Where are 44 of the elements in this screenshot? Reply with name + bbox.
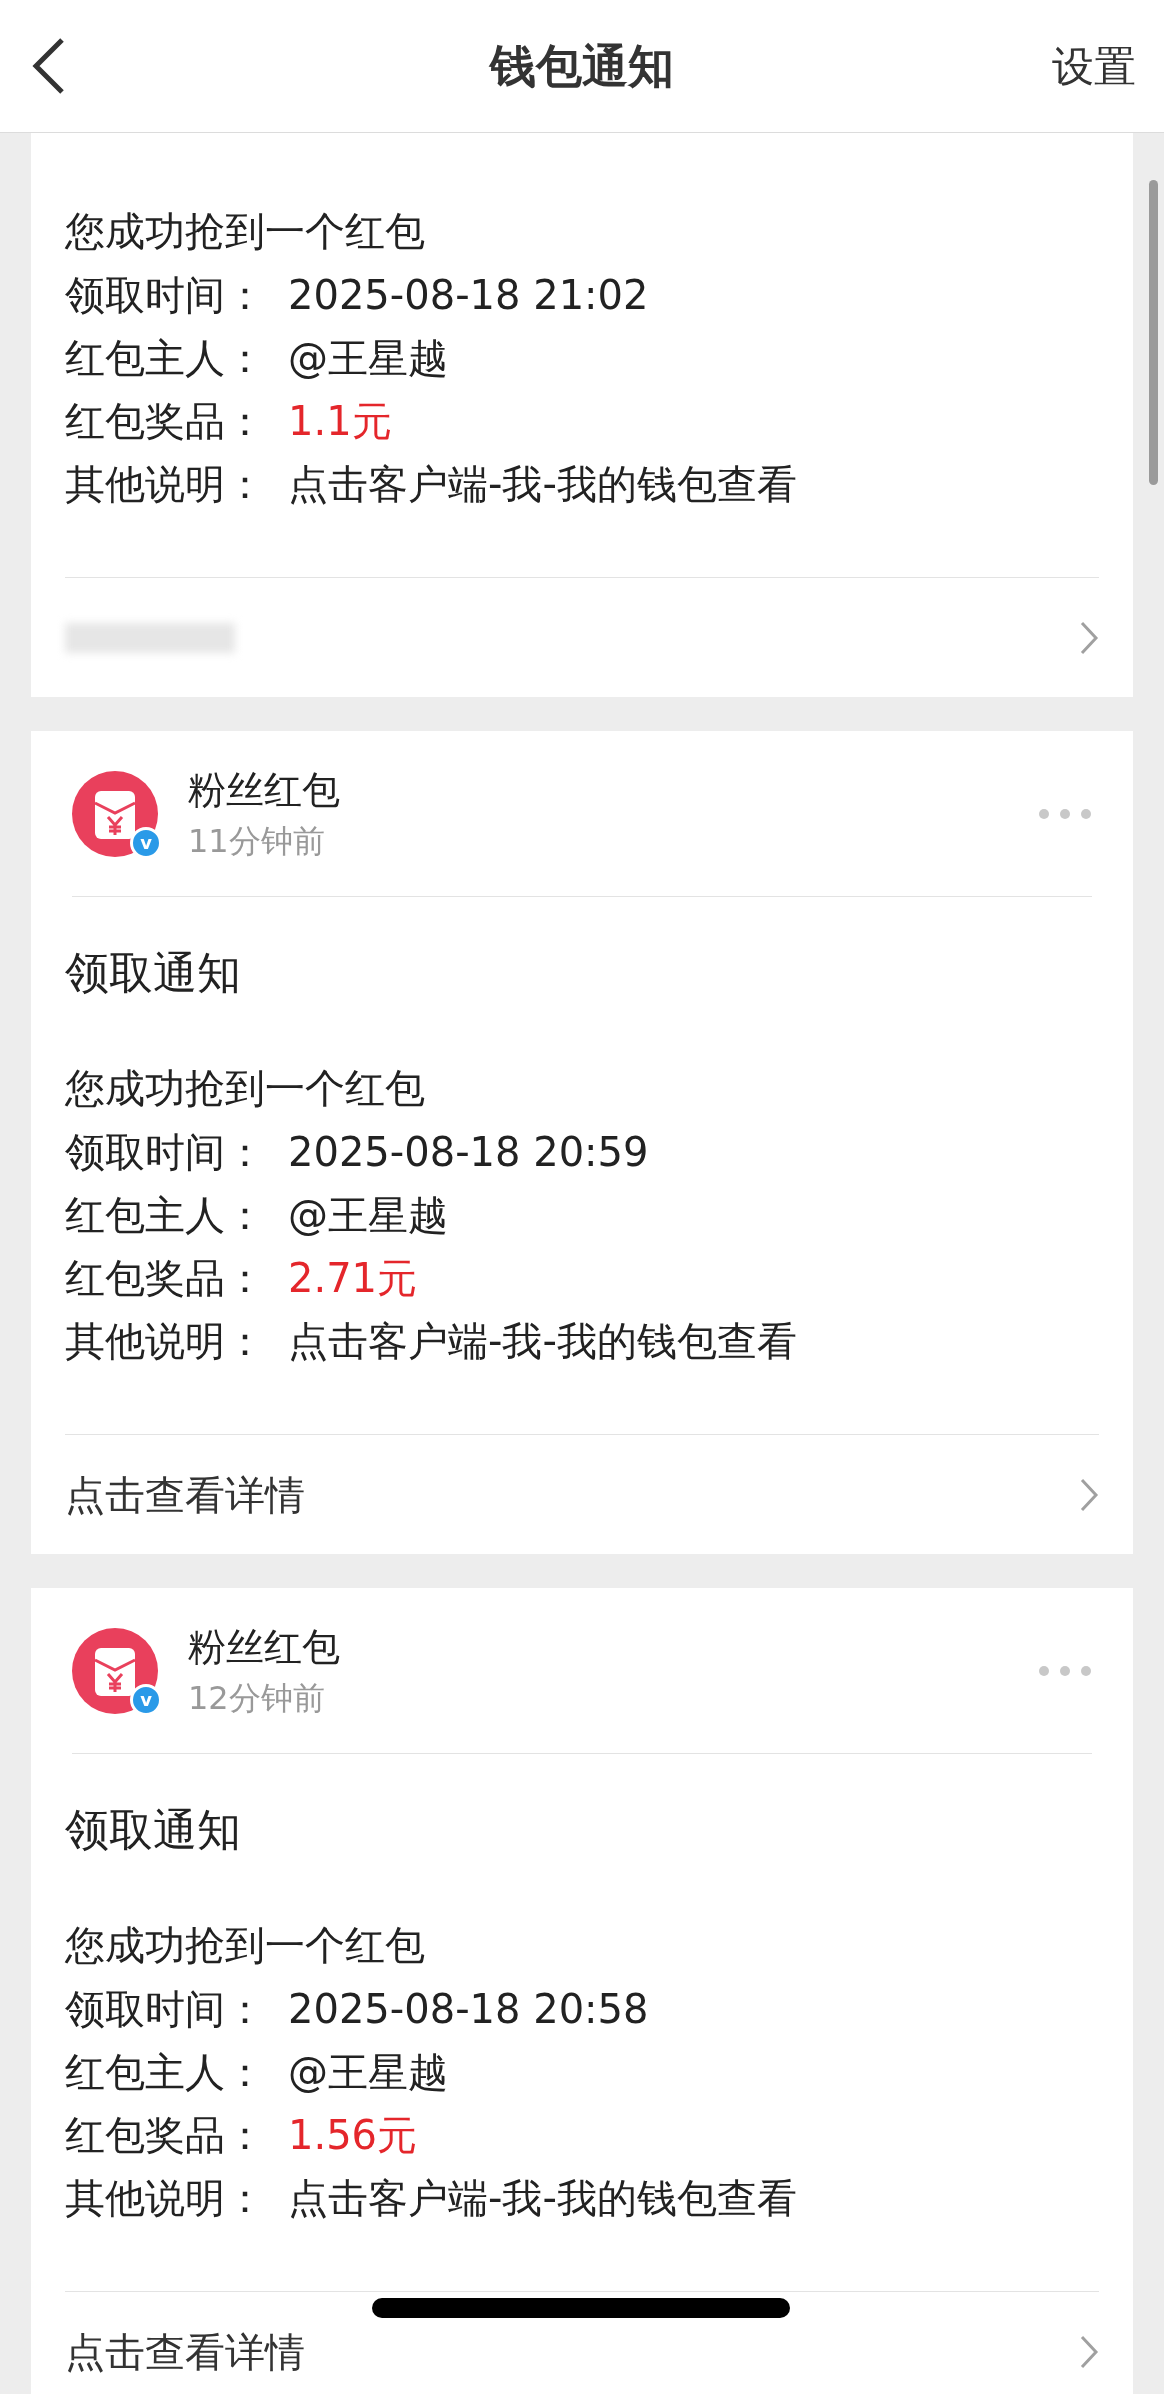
chevron-right-icon bbox=[1079, 619, 1099, 656]
field-value: @王星越 bbox=[288, 2047, 448, 2097]
field-value: 点击客户端-我-我的钱包查看 bbox=[288, 1316, 797, 1366]
notice-intro: 您成功抢到一个红包 bbox=[65, 1064, 426, 1113]
field-value: 2025-08-18 20:58 bbox=[288, 1984, 649, 2034]
notice-title: 领取通知 bbox=[64, 946, 242, 1000]
field-value: 2025-08-18 20:59 bbox=[288, 1127, 649, 1177]
field-label: 领取时间： bbox=[65, 270, 266, 320]
field-value: 点击客户端-我-我的钱包查看 bbox=[288, 2173, 797, 2223]
field-value: 点击客户端-我-我的钱包查看 bbox=[288, 459, 797, 509]
prize-amount: 2.71元 bbox=[288, 1253, 418, 1303]
notice-intro: 您成功抢到一个红包 bbox=[65, 1921, 426, 1970]
field-label: 领取时间： bbox=[65, 1984, 266, 2034]
notice-title: 领取通知 bbox=[64, 1803, 242, 1857]
field-label: 红包主人： bbox=[65, 333, 266, 383]
field-label: 领取时间： bbox=[65, 1127, 266, 1177]
view-details-link[interactable]: 点击查看详情 bbox=[65, 1464, 305, 1525]
notice-intro: 您成功抢到一个红包 bbox=[65, 207, 426, 256]
prize-amount: 1.56元 bbox=[288, 2110, 418, 2160]
field-value: @王星越 bbox=[288, 333, 448, 383]
notice-time: 12分钟前 bbox=[188, 1677, 326, 1719]
field-label: 红包主人： bbox=[65, 1190, 266, 1240]
field-label: 其他说明： bbox=[65, 459, 266, 509]
field-value: 2025-08-18 21:02 bbox=[288, 270, 649, 320]
chevron-right-icon bbox=[1079, 1476, 1099, 1513]
more-icon[interactable] bbox=[1038, 1664, 1092, 1677]
field-label: 其他说明： bbox=[65, 2173, 266, 2223]
field-label: 红包奖品： bbox=[65, 396, 266, 446]
notice-time: 11分钟前 bbox=[188, 820, 326, 862]
page-title: 钱包通知 bbox=[490, 37, 674, 95]
prize-amount: 1.1元 bbox=[288, 396, 392, 446]
sender-name: 粉丝红包 bbox=[188, 1623, 341, 1671]
settings-button[interactable]: 设置 bbox=[1052, 34, 1136, 98]
envelope-icon bbox=[72, 770, 158, 857]
more-icon[interactable] bbox=[1038, 807, 1092, 820]
chevron-right-icon bbox=[1079, 2333, 1099, 2370]
field-value: @王星越 bbox=[288, 1190, 448, 1240]
view-details-link[interactable]: 点击查看详情 bbox=[65, 2321, 305, 2382]
field-label: 红包主人： bbox=[65, 2047, 266, 2097]
field-label: 红包奖品： bbox=[65, 1253, 266, 1303]
field-label: 红包奖品： bbox=[65, 2110, 266, 2160]
field-label: 其他说明： bbox=[65, 1316, 266, 1366]
sender-name: 粉丝红包 bbox=[188, 766, 341, 814]
envelope-icon bbox=[72, 1627, 158, 1714]
